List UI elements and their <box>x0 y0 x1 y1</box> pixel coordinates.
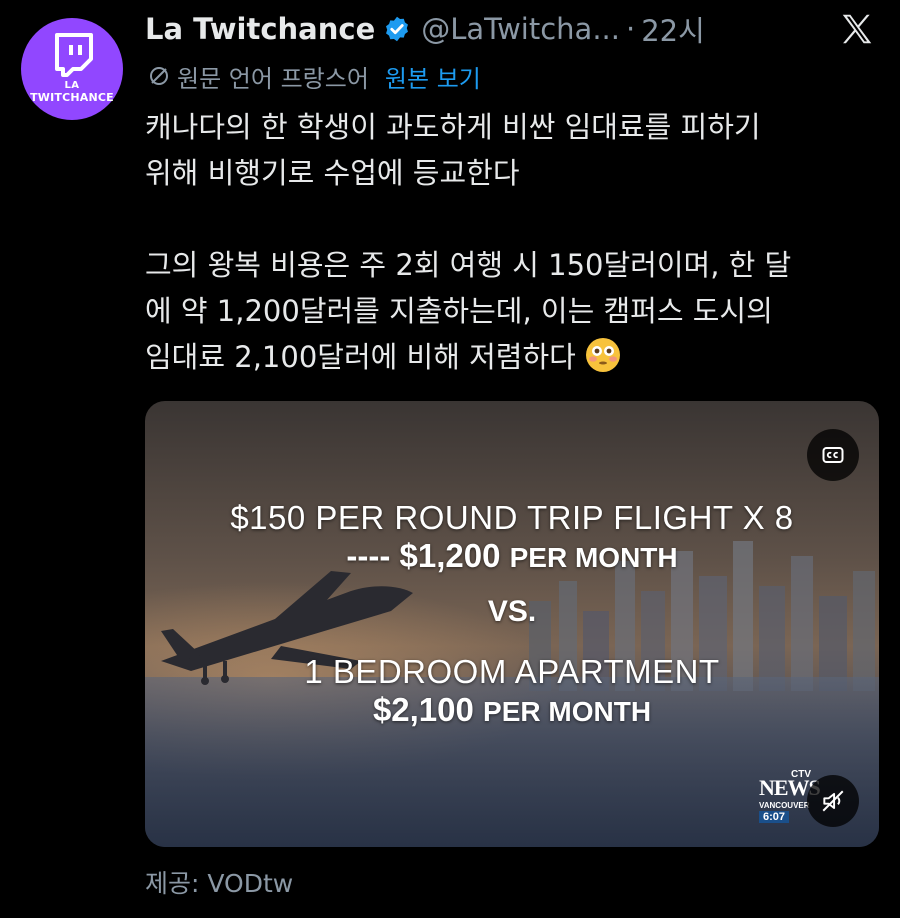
overlay-monthly-flight-unit: PER MONTH <box>509 542 678 573</box>
twitch-glitch-icon <box>55 33 93 77</box>
tweet-text-line: 위해 비행기로 수업에 등교한다 <box>145 156 520 190</box>
overlay-monthly-flight-amount: ---- $1,200 <box>346 537 501 574</box>
tweet-text-line-last: 임대료 2,100달러에 비해 저렴하다 <box>145 334 885 380</box>
author-handle[interactable]: @LaTwitcha... <box>421 12 620 46</box>
tweet-text-span: 임대료 2,100달러에 비해 저렴하다 <box>145 340 576 374</box>
overlay-rent-unit: PER MONTH <box>483 696 652 727</box>
overlay-line-vs: VS. <box>487 595 537 628</box>
mute-toggle-button[interactable] <box>807 775 859 827</box>
flushed-face-emoji-icon <box>584 336 622 374</box>
avatar-text-la: LA <box>64 80 80 91</box>
translate-icon <box>147 64 171 88</box>
x-logo-icon[interactable] <box>838 10 876 48</box>
verified-badge-icon <box>383 15 411 43</box>
video-player[interactable]: $150 PER ROUND TRIP FLIGHT X 8 ---- $1,2… <box>145 401 879 847</box>
separator-dot: · <box>626 12 636 46</box>
speaker-muted-icon <box>822 790 844 812</box>
tweet-text-line: 에 약 1,200달러를 지출하는데, 이는 캠퍼스 도시의 <box>145 294 773 328</box>
overlay-line-monthly-flight: ---- $1,200 PER MONTH <box>145 537 879 575</box>
author-avatar[interactable]: LA TWITCHANCE <box>21 18 123 120</box>
media-source-credit[interactable]: 제공: VODtw <box>145 864 293 900</box>
tweet-text-line: 캐나다의 한 학생이 과도하게 비싼 임대료를 피하기 <box>145 110 761 144</box>
overlay-rent-amount: $2,100 <box>372 691 474 728</box>
author-display-name[interactable]: La Twitchance <box>145 12 375 46</box>
post-timestamp[interactable]: 22시 <box>641 8 705 50</box>
closed-captions-icon <box>822 447 844 463</box>
tweet-text-line: 그의 왕복 비용은 주 2회 여행 시 150달러이며, 한 달 <box>145 248 792 282</box>
show-original-link[interactable]: 원본 보기 <box>385 59 481 94</box>
news-logo-time: 6:07 <box>759 811 790 823</box>
translation-info: 원문 언어 프랑스어 원본 보기 <box>147 58 481 94</box>
overlay-line-monthly-rent: $2,100 PER MONTH <box>145 691 879 729</box>
avatar-text-twitchance: TWITCHANCE <box>30 91 114 104</box>
closed-captions-button[interactable] <box>807 429 859 481</box>
source-language-label: 원문 언어 프랑스어 <box>177 64 369 93</box>
tweet-body: 캐나다의 한 학생이 과도하게 비싼 임대료를 피하기 위해 비행기로 수업에 … <box>145 104 885 380</box>
news-logo-city: VANCOUVER <box>759 801 810 810</box>
tweet-header: La Twitchance @LaTwitcha... · 22시 <box>145 6 705 52</box>
overlay-line-flight-cost: $150 PER ROUND TRIP FLIGHT X 8 <box>230 499 794 536</box>
overlay-line-apartment: 1 BEDROOM APARTMENT <box>304 653 720 690</box>
